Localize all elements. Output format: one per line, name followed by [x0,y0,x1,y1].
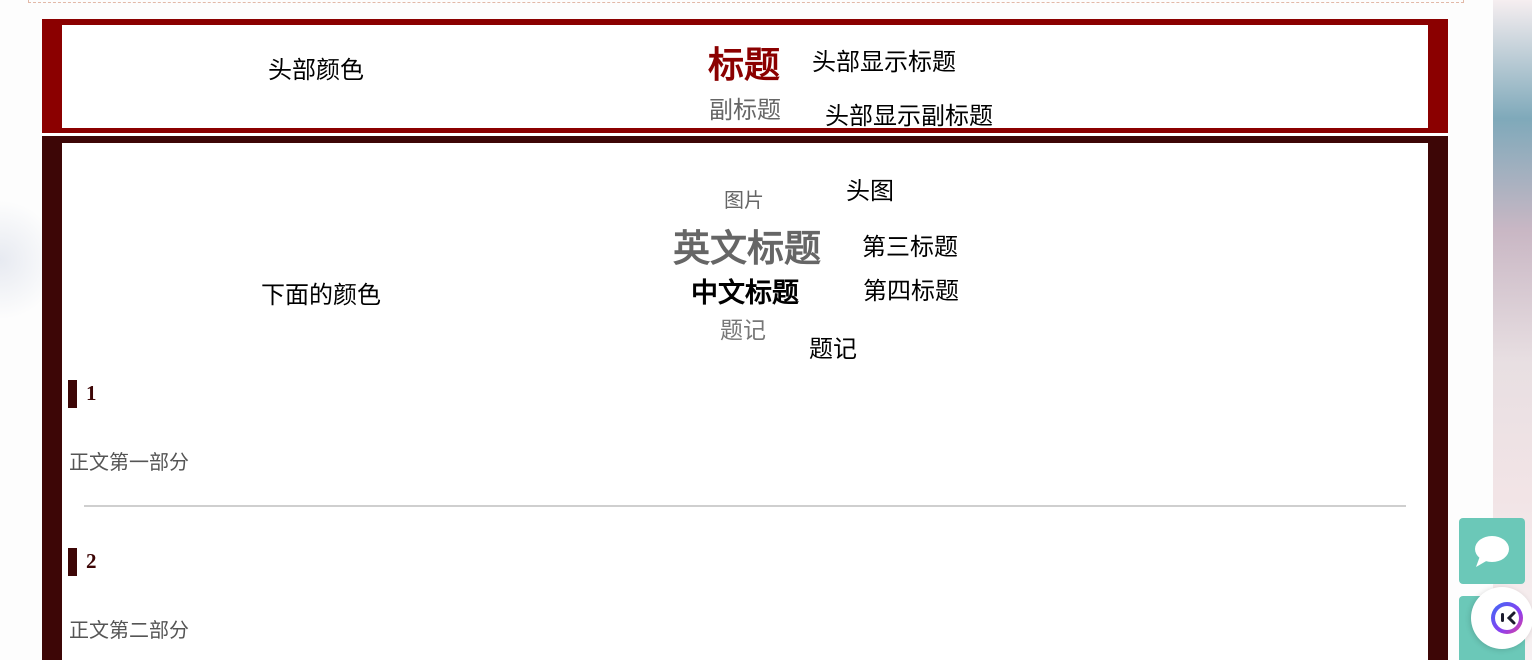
header-subtitle-label: 头部显示副标题 [825,102,993,130]
body-color-label: 下面的颜色 [261,281,381,309]
page: 头部颜色 标题 头部显示标题 副标题 头部显示副标题 下面的颜色 图片 头图 英… [0,0,1532,660]
assistant-button[interactable] [1471,587,1532,649]
chinese-title: 中文标题 [691,278,799,309]
header-color-label: 头部颜色 [268,56,364,84]
section-marker [68,548,77,576]
header-image-alt-text: 图片 [724,188,764,212]
section-marker [68,380,77,408]
section-divider [84,505,1406,507]
header-subtitle: 副标题 [709,96,781,124]
section-paragraph: 正文第二部分 [69,618,189,642]
english-title: 英文标题 [673,227,821,270]
section-heading: 1 [86,381,97,405]
chat-button[interactable] [1459,518,1525,584]
header-title: 标题 [708,45,781,86]
section-heading: 2 [86,549,97,573]
section-paragraph: 正文第一部分 [69,450,189,474]
header-image-label: 头图 [846,177,894,205]
epigraph-label: 题记 [809,335,857,363]
header-title-label: 头部显示标题 [812,48,956,76]
robot-face-icon [1491,602,1523,634]
fourth-title-label: 第四标题 [863,277,959,305]
chat-bubble-icon [1475,536,1509,567]
third-title-label: 第三标题 [862,233,958,261]
dashed-container-edge [28,0,1464,3]
epigraph: 题记 [720,318,766,344]
